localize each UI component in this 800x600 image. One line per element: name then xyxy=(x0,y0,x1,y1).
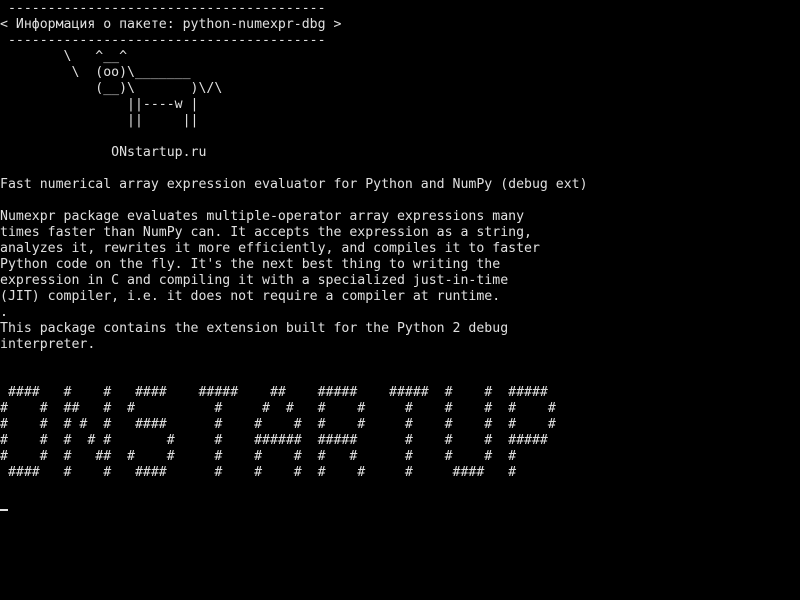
description-line-8: interpreter. xyxy=(0,337,96,352)
description-line-7: This package contains the extension buil… xyxy=(0,321,509,336)
banner-top-border: ---------------------------------------- xyxy=(0,1,326,16)
cowsay-art-line-3: (__)\ )\/\ xyxy=(0,81,223,96)
ascii-banner-line-5: # # # ## # # # # # # # # # # # xyxy=(0,449,517,464)
ascii-banner-line-1: #### # # #### ##### ## ##### ##### # # #… xyxy=(0,385,548,400)
ascii-banner-line-6: #### # # #### # # # # # # #### # xyxy=(0,465,517,480)
description-line-3: analyzes it, rewrites it more efficientl… xyxy=(0,241,540,256)
banner-bottom-border: ---------------------------------------- xyxy=(0,33,326,48)
ascii-banner-line-2: # # ## # # # # # # # # # # # # xyxy=(0,401,556,416)
terminal-screen[interactable]: ----------------------------------------… xyxy=(0,0,800,600)
ascii-banner-line-4: # # # # # # # ###### ##### # # # ##### xyxy=(0,433,548,448)
text-cursor xyxy=(0,509,8,511)
description-line-4: Python code on the fly. It's the next be… xyxy=(0,257,501,272)
cowsay-art-line-1: \ ^__^ xyxy=(0,49,128,64)
description-line-1: Numexpr package evaluates multiple-opera… xyxy=(0,209,525,224)
banner-package-info: < Информация о пакете: python-numexpr-db… xyxy=(0,17,342,32)
cowsay-art-line-2: \ (oo)\_______ xyxy=(0,65,191,80)
package-summary: Fast numerical array expression evaluato… xyxy=(0,177,588,192)
description-separator: . xyxy=(0,305,8,320)
description-line-5: expression in C and compiling it with a … xyxy=(0,273,509,288)
description-line-6: (JIT) compiler, i.e. it does not require… xyxy=(0,289,501,304)
ascii-banner-line-3: # # # # # #### # # # # # # # # # # xyxy=(0,417,556,432)
description-line-2: times faster than NumPy can. It accepts … xyxy=(0,225,532,240)
site-name: ONstartup.ru xyxy=(0,145,207,160)
cowsay-art-line-5: || || xyxy=(0,113,199,128)
cowsay-art-line-4: ||----w | xyxy=(0,97,199,112)
